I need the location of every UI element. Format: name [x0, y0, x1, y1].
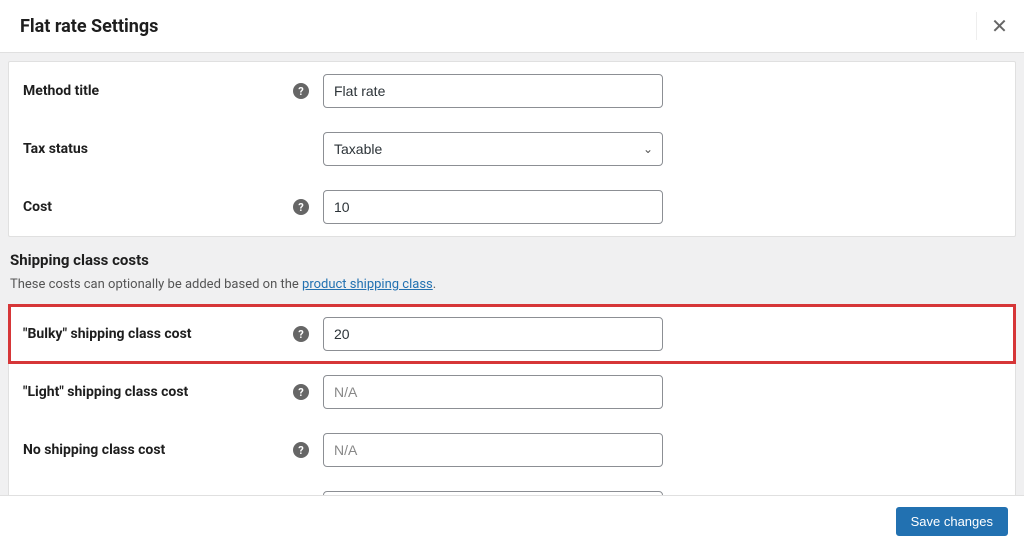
help-icon[interactable]: ? [293, 199, 309, 215]
bulky-cost-input[interactable] [323, 317, 663, 351]
help-icon[interactable]: ? [293, 83, 309, 99]
label-cost: Cost [23, 199, 52, 215]
close-icon: ✕ [991, 14, 1008, 38]
row-method-title: Method title ? [9, 62, 1015, 120]
tax-status-select[interactable]: Taxable [323, 132, 663, 166]
label-no-class-cost: No shipping class cost [23, 442, 165, 458]
save-changes-button[interactable]: Save changes [896, 507, 1008, 536]
product-shipping-class-link[interactable]: product shipping class [302, 277, 433, 292]
label-tax-status: Tax status [23, 141, 88, 157]
help-icon[interactable]: ? [293, 384, 309, 400]
label-method-title: Method title [23, 83, 99, 99]
desc-prefix: These costs can optionally be added base… [10, 277, 302, 292]
method-title-input[interactable] [323, 74, 663, 108]
shipping-class-heading: Shipping class costs [0, 237, 1024, 277]
cost-input[interactable] [323, 190, 663, 224]
close-button[interactable]: ✕ [976, 12, 1004, 40]
no-class-cost-input[interactable] [323, 433, 663, 467]
light-cost-input[interactable] [323, 375, 663, 409]
row-tax-status: Tax status Taxable ⌄ [9, 120, 1015, 178]
row-no-class-cost: No shipping class cost ? [9, 421, 1015, 479]
row-light-cost: "Light" shipping class cost ? [9, 363, 1015, 421]
main-settings-panel: Method title ? Tax status Taxable ⌄ Cost… [8, 61, 1016, 237]
help-icon[interactable]: ? [293, 326, 309, 342]
modal-title: Flat rate Settings [20, 16, 158, 37]
modal-footer: Save changes [0, 495, 1024, 547]
label-light-cost: "Light" shipping class cost [23, 384, 188, 400]
desc-suffix: . [433, 277, 436, 292]
label-bulky-cost: "Bulky" shipping class cost [23, 326, 192, 342]
shipping-class-desc: These costs can optionally be added base… [0, 277, 1024, 304]
row-bulky-cost: "Bulky" shipping class cost ? [9, 305, 1015, 363]
help-icon[interactable]: ? [293, 442, 309, 458]
row-cost: Cost ? [9, 178, 1015, 236]
modal-header: Flat rate Settings ✕ [0, 0, 1024, 53]
